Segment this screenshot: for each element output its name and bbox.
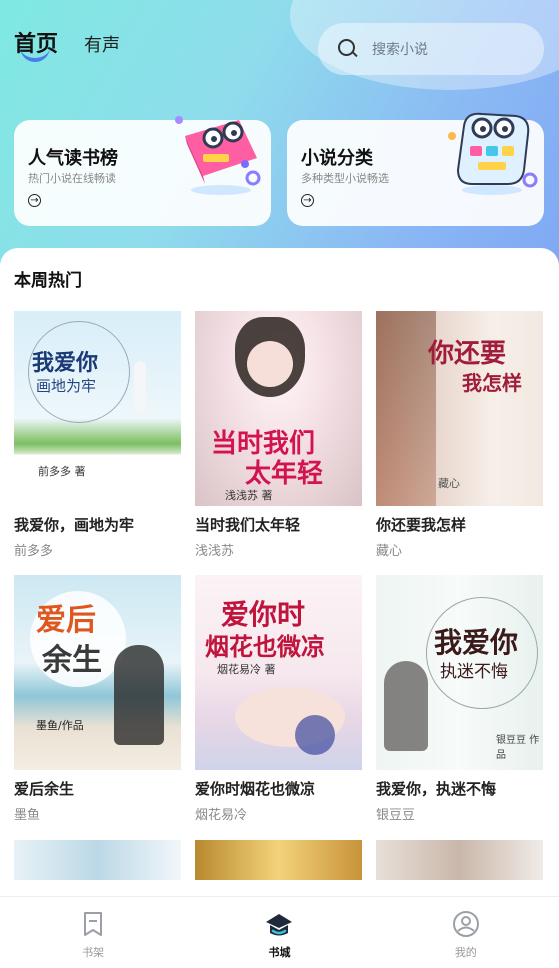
cover-subtitle: 烟花也微凉 bbox=[205, 632, 325, 661]
nav-bookstore[interactable]: 书城 bbox=[186, 897, 372, 968]
app-screen: 首页 有声 搜索小说 人气读书榜 热门小说在线畅读 → 小说分类 多种类型小说畅… bbox=[0, 0, 559, 968]
cover-author: 浅浅苏 著 bbox=[225, 489, 273, 502]
search-icon bbox=[338, 39, 358, 59]
arrow-right-circle-icon: → bbox=[301, 194, 314, 207]
book-cover: 你还要 我怎样 藏心 bbox=[376, 311, 543, 506]
cover-subtitle: 太年轻 bbox=[245, 459, 324, 489]
tab-home[interactable]: 首页 bbox=[14, 26, 58, 62]
book-card[interactable]: 我爱你 画地为牢 前多多 著 我爱你，画地为牢 前多多 bbox=[14, 311, 181, 559]
book-title: 你还要我怎样 bbox=[376, 516, 467, 534]
cover-subtitle: 我怎样 bbox=[462, 371, 522, 395]
nav-label: 书城 bbox=[268, 946, 291, 959]
book-cover: 当时我们 太年轻 浅浅苏 著 bbox=[195, 311, 362, 506]
book-mascot-icon bbox=[175, 116, 261, 195]
bottom-nav: 书架 书城 我的 bbox=[0, 896, 559, 968]
cover-author: 烟花易冷 著 bbox=[217, 663, 276, 676]
book-card[interactable]: 当时我们 太年轻 浅浅苏 著 当时我们太年轻 浅浅苏 bbox=[195, 311, 362, 559]
book-title: 爱你时烟花也微凉 bbox=[195, 780, 316, 798]
book-title: 我爱你，画地为牢 bbox=[14, 516, 135, 534]
book-card[interactable] bbox=[14, 840, 181, 880]
cover-title: 我爱你 bbox=[434, 626, 519, 659]
cover-title: 我爱你 bbox=[32, 350, 99, 376]
book-card[interactable]: 你还要 我怎样 藏心 你还要我怎样 藏心 bbox=[376, 311, 543, 559]
bookstore-icon bbox=[266, 914, 293, 936]
tab-audio[interactable]: 有声 bbox=[84, 31, 120, 58]
category-card-title: 小说分类 bbox=[301, 148, 373, 169]
ranking-card[interactable]: 人气读书榜 热门小说在线畅读 → bbox=[14, 116, 271, 226]
book-card[interactable]: 爱你时 烟花也微凉 烟花易冷 著 爱你时烟花也微凉 烟花易冷 bbox=[195, 575, 362, 823]
book-card[interactable] bbox=[376, 840, 543, 880]
book-title: 当时我们太年轻 bbox=[195, 516, 301, 534]
nav-label: 我的 bbox=[454, 946, 477, 959]
cover-author: 银豆豆 作品 bbox=[496, 735, 540, 761]
search-placeholder: 搜索小说 bbox=[372, 42, 428, 58]
arrow-right-circle-icon: → bbox=[28, 194, 41, 207]
book-cover bbox=[376, 840, 543, 880]
ranking-card-subtitle: 热门小说在线畅读 bbox=[28, 172, 116, 185]
top-tabs: 首页 有声 bbox=[14, 26, 120, 62]
book-card[interactable] bbox=[195, 840, 362, 880]
profile-icon bbox=[452, 911, 479, 937]
book-cover: 我爱你 执迷不悔 银豆豆 作品 bbox=[376, 575, 543, 770]
book-title: 我爱你，执迷不悔 bbox=[376, 780, 497, 798]
cover-author: 墨鱼/作品 bbox=[36, 719, 84, 732]
cover-subtitle: 余生 bbox=[42, 643, 102, 678]
ranking-card-title: 人气读书榜 bbox=[28, 148, 118, 169]
cover-title: 爱后 bbox=[36, 603, 96, 638]
book-cover: 爱你时 烟花也微凉 烟花易冷 著 bbox=[195, 575, 362, 770]
book-cover: 爱后 余生 墨鱼/作品 bbox=[14, 575, 181, 770]
book-author: 藏心 bbox=[376, 544, 403, 559]
book-author: 墨鱼 bbox=[14, 808, 41, 823]
book-card[interactable]: 我爱你 执迷不悔 银豆豆 作品 我爱你，执迷不悔 银豆豆 bbox=[376, 575, 543, 823]
category-card[interactable]: 小说分类 多种类型小说畅选 → bbox=[287, 112, 544, 226]
search-bar[interactable]: 搜索小说 bbox=[318, 23, 544, 75]
cover-author: 前多多 著 bbox=[38, 465, 86, 478]
book-author: 浅浅苏 bbox=[195, 544, 235, 559]
book-author: 烟花易冷 bbox=[195, 808, 248, 823]
nav-label: 书架 bbox=[82, 946, 105, 959]
book-author: 银豆豆 bbox=[376, 808, 416, 823]
section-title: 本周热门 bbox=[14, 271, 82, 291]
nav-bookshelf[interactable]: 书架 bbox=[0, 897, 186, 968]
cover-subtitle: 执迷不悔 bbox=[440, 662, 508, 682]
book-title: 爱后余生 bbox=[14, 780, 75, 798]
cover-subtitle: 画地为牢 bbox=[36, 377, 97, 395]
book-author: 前多多 bbox=[14, 544, 54, 559]
book-cover bbox=[195, 840, 362, 880]
cover-title: 你还要 bbox=[428, 339, 507, 369]
category-card-subtitle: 多种类型小说畅选 bbox=[301, 172, 389, 185]
book-cover: 我爱你 画地为牢 前多多 著 bbox=[14, 311, 181, 506]
nav-profile[interactable]: 我的 bbox=[373, 897, 559, 968]
cover-author: 藏心 bbox=[438, 477, 460, 490]
category-mascot-icon bbox=[448, 112, 538, 195]
bookshelf-icon bbox=[84, 912, 103, 936]
book-card[interactable]: 爱后 余生 墨鱼/作品 爱后余生 墨鱼 bbox=[14, 575, 181, 823]
book-cover bbox=[14, 840, 181, 880]
